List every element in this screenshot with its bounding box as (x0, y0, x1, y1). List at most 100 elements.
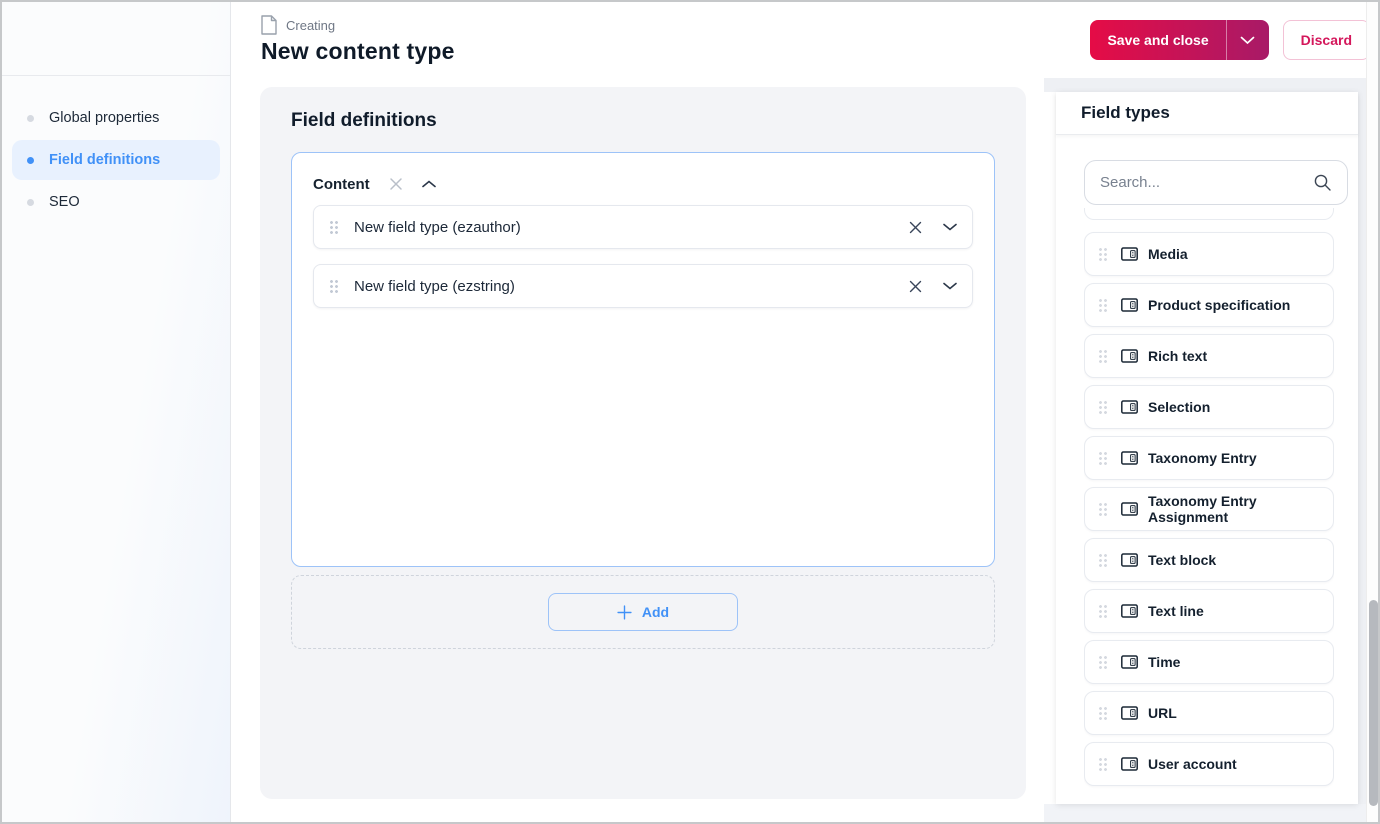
field-type-icon (1121, 757, 1138, 771)
field-type-label: Time (1148, 654, 1181, 670)
add-button[interactable]: Add (548, 593, 738, 631)
field-type-label: Rich text (1148, 348, 1208, 364)
chevron-down-icon (943, 223, 957, 231)
search-input[interactable] (1100, 174, 1305, 191)
field-type-icon (1121, 247, 1138, 261)
chevron-down-icon (1240, 36, 1255, 44)
field-type-item-media[interactable]: Media (1084, 232, 1334, 276)
field-group-content: Content New field type (ezauthor) New fi… (291, 152, 995, 567)
plus-icon (617, 604, 632, 620)
group-collapse-button[interactable] (421, 180, 436, 188)
page-title: New content type (261, 38, 455, 64)
drag-handle-icon[interactable] (1098, 501, 1108, 517)
field-group-name: Content (313, 175, 370, 193)
drag-handle-icon[interactable] (1098, 297, 1108, 313)
sidebar-item-global-properties[interactable]: Global properties (12, 98, 220, 138)
page-icon (261, 15, 277, 35)
add-group-dropzone: Add (291, 575, 995, 649)
sidebar-item-label: Field definitions (49, 152, 161, 168)
field-type-item-text-block[interactable]: Text block (1084, 538, 1334, 582)
panel-backdrop (1044, 804, 1368, 822)
search-icon (1313, 173, 1332, 192)
drag-handle-icon[interactable] (1098, 348, 1108, 364)
field-remove-button[interactable] (908, 220, 923, 235)
chevron-down-icon (943, 282, 957, 290)
sidebar-item-seo[interactable]: SEO (12, 182, 220, 222)
field-type-label: Text block (1148, 552, 1217, 568)
anchor-sidebar: Global properties Field definitions SEO (2, 2, 231, 822)
drag-handle-icon[interactable] (329, 278, 339, 294)
field-type-item-url[interactable]: URL (1084, 691, 1334, 735)
sidebar-top-spacer (2, 2, 230, 76)
field-remove-button[interactable] (908, 279, 923, 294)
field-type-item-product-specification[interactable]: Product specification (1084, 283, 1334, 327)
drag-handle-icon[interactable] (1098, 654, 1108, 670)
save-and-close-split-button[interactable]: Save and close (1090, 20, 1269, 60)
scrollbar-thumb[interactable] (1368, 600, 1378, 806)
field-type-icon (1121, 553, 1138, 567)
field-type-label: Product specification (1148, 297, 1291, 313)
drag-handle-icon[interactable] (1098, 399, 1108, 415)
field-type-label: User account (1148, 756, 1237, 772)
sidebar-item-label: Global properties (49, 110, 160, 126)
section-title: Field definitions (291, 110, 437, 131)
field-type-item-text-line[interactable]: Text line (1084, 589, 1334, 633)
drag-handle-icon[interactable] (1098, 246, 1108, 262)
field-types-search[interactable] (1084, 160, 1348, 205)
page-scrollbar[interactable] (1366, 2, 1378, 822)
save-options-toggle[interactable] (1225, 20, 1269, 60)
field-type-label: URL (1148, 705, 1177, 721)
sidebar-item-label: SEO (49, 194, 80, 210)
field-definition-row-ezauthor[interactable]: New field type (ezauthor) (313, 205, 973, 249)
field-type-item-partial[interactable] (1084, 208, 1334, 220)
close-icon (909, 221, 922, 233)
field-type-icon (1121, 706, 1138, 720)
field-types-panel: Field types Media (1056, 92, 1358, 804)
mode-label: Creating (286, 17, 336, 33)
panel-backdrop (1044, 78, 1368, 92)
page-header-titles: Creating New content type (231, 15, 455, 65)
field-type-icon (1121, 298, 1138, 312)
drag-handle-icon[interactable] (1098, 603, 1108, 619)
drag-handle-icon[interactable] (329, 219, 339, 235)
field-type-icon (1121, 451, 1138, 465)
close-icon (389, 178, 402, 190)
field-type-icon (1121, 604, 1138, 618)
drag-handle-icon[interactable] (1098, 450, 1108, 466)
field-type-label: Text line (1148, 603, 1204, 619)
field-expand-button[interactable] (943, 282, 957, 290)
field-type-item-taxonomy-entry-assignment[interactable]: Taxonomy Entry Assignment (1084, 487, 1334, 531)
field-types-list: Media Product specification Rich text Se… (1084, 208, 1334, 800)
field-type-item-selection[interactable]: Selection (1084, 385, 1334, 429)
field-definitions-section: Field definitions Content New field type… (260, 87, 1026, 799)
field-type-item-taxonomy-entry[interactable]: Taxonomy Entry (1084, 436, 1334, 480)
close-icon (909, 280, 922, 292)
save-and-close-button[interactable]: Save and close (1090, 20, 1225, 60)
field-type-item-time[interactable]: Time (1084, 640, 1334, 684)
bullet-icon (27, 114, 34, 122)
field-type-label: Taxonomy Entry (1148, 450, 1257, 466)
field-type-icon (1121, 655, 1138, 669)
field-types-title: Field types (1056, 92, 1358, 135)
chevron-up-icon (421, 180, 436, 188)
bullet-icon (27, 156, 34, 164)
field-definition-label: New field type (ezstring) (354, 277, 515, 295)
drag-handle-icon[interactable] (1098, 705, 1108, 721)
header-actions: Save and close Discard (1090, 20, 1378, 60)
field-type-item-user-account[interactable]: User account (1084, 742, 1334, 786)
page-header: Creating New content type Save and close… (231, 2, 1378, 78)
bullet-icon (27, 198, 34, 206)
discard-button[interactable]: Discard (1282, 20, 1370, 60)
field-type-label: Taxonomy Entry Assignment (1148, 493, 1257, 525)
field-type-item-rich-text[interactable]: Rich text (1084, 334, 1334, 378)
field-expand-button[interactable] (943, 223, 957, 231)
field-type-icon (1121, 502, 1138, 516)
drag-handle-icon[interactable] (1098, 756, 1108, 772)
field-definition-row-ezstring[interactable]: New field type (ezstring) (313, 264, 973, 308)
group-remove-button[interactable] (389, 177, 403, 191)
content-type-editor: Global properties Field definitions SEO … (0, 0, 1380, 824)
field-type-label: Selection (1148, 399, 1211, 415)
add-button-label: Add (641, 604, 670, 620)
sidebar-item-field-definitions[interactable]: Field definitions (12, 140, 220, 180)
drag-handle-icon[interactable] (1098, 552, 1108, 568)
